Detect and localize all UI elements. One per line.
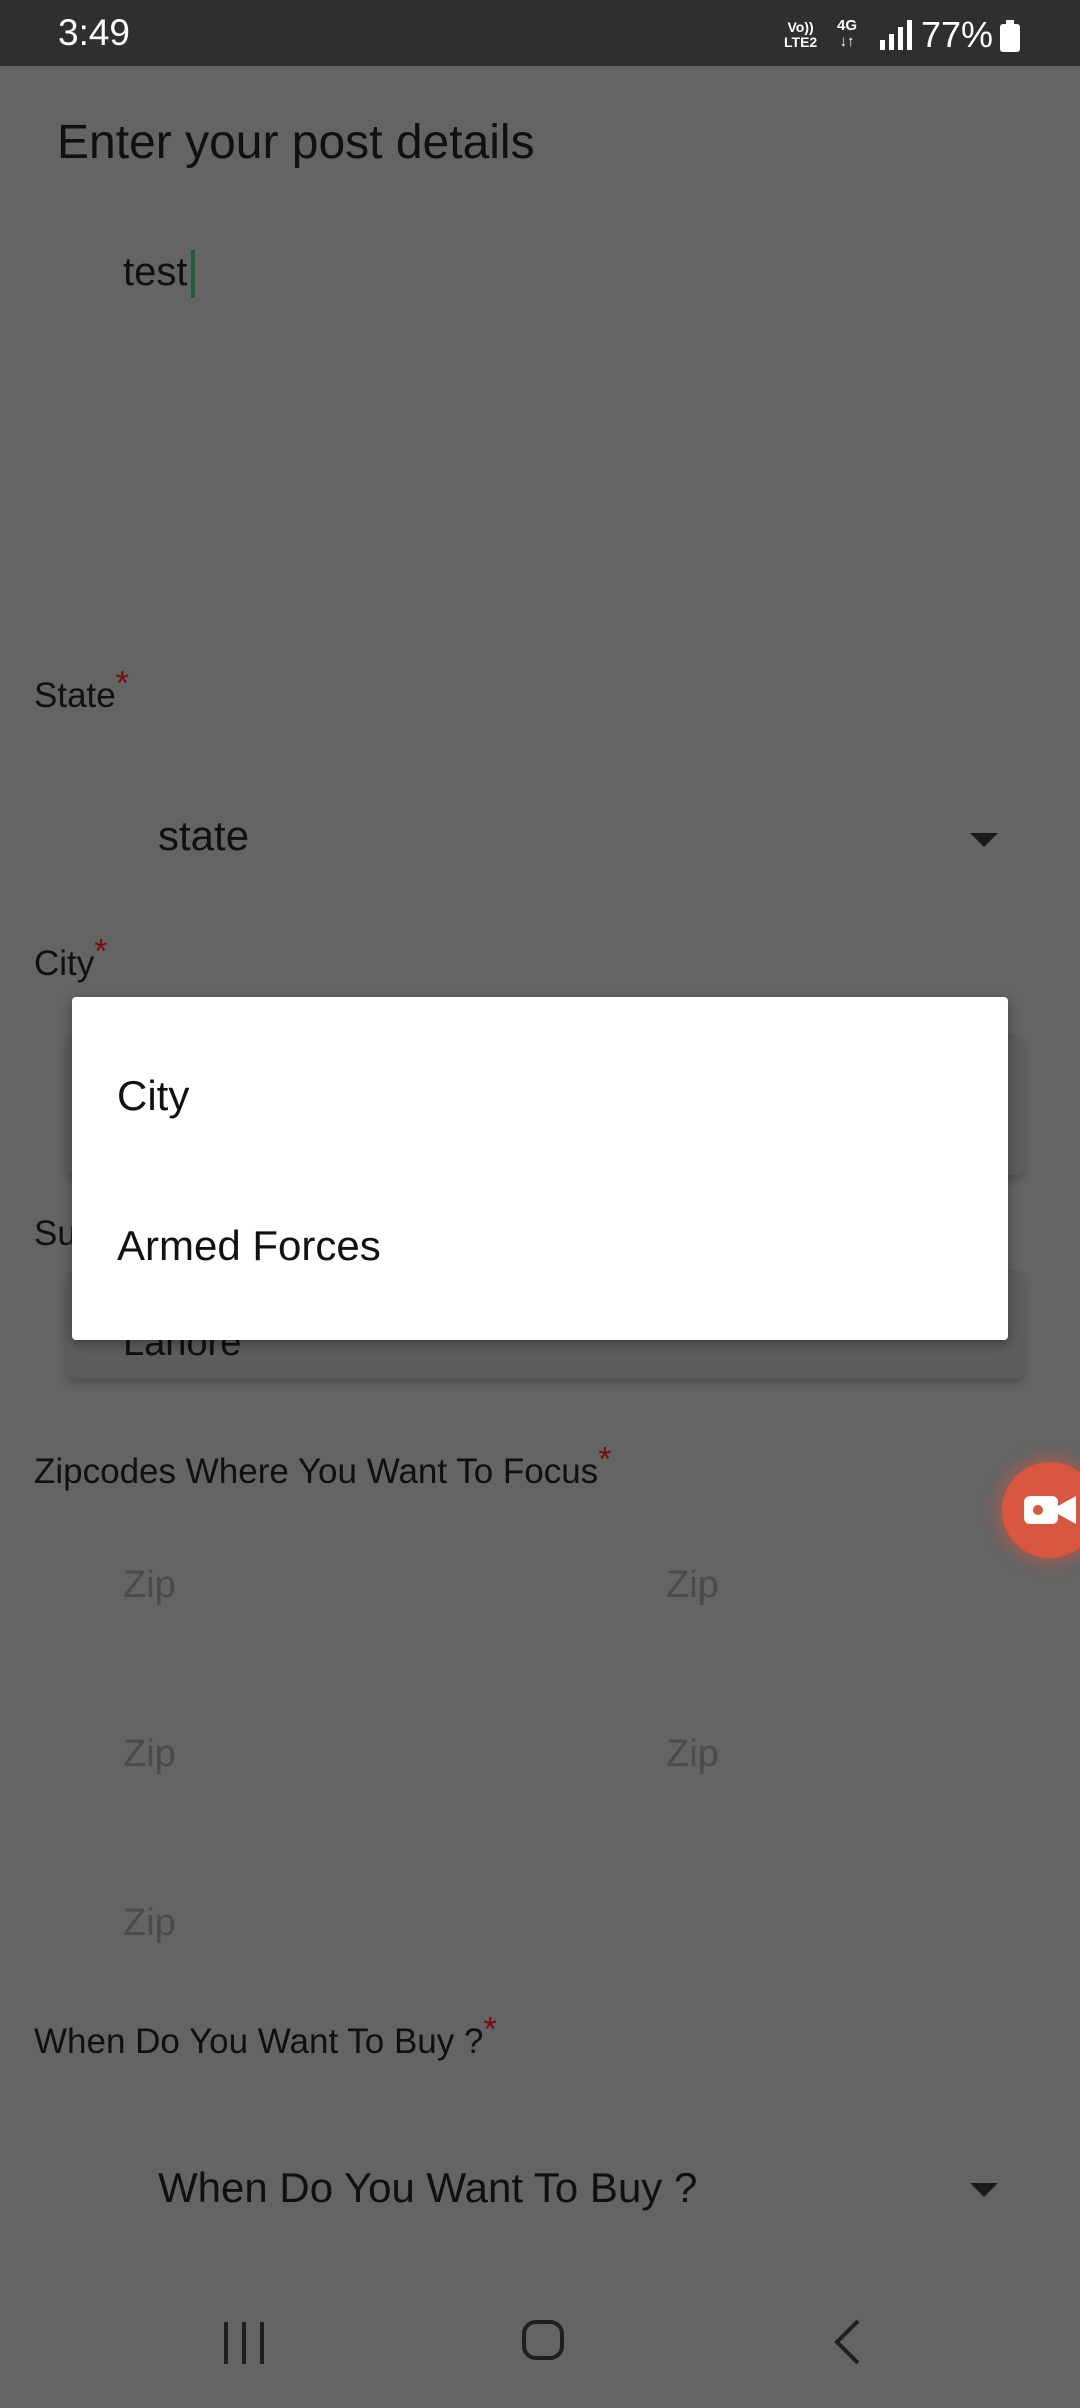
screen-record-button[interactable] xyxy=(1002,1462,1080,1558)
menu-option-armed-forces[interactable]: Armed Forces xyxy=(117,1222,381,1270)
volte-top-text: Vo)) xyxy=(787,19,814,35)
zipcodes-required-mark: * xyxy=(598,1440,612,1479)
buy-time-label: When Do You Want To Buy ?* xyxy=(34,2012,497,2062)
zip-input-3[interactable]: Zip xyxy=(123,1733,176,1776)
video-camera-icon xyxy=(1024,1496,1076,1524)
menu-option-city[interactable]: City xyxy=(117,1072,189,1120)
zipcodes-label-text: Zipcodes Where You Want To Focus xyxy=(34,1452,599,1491)
triangle-down-icon xyxy=(970,833,998,847)
zip-input-2[interactable]: Zip xyxy=(666,1564,719,1607)
signal-icon xyxy=(880,20,912,50)
zip-input-1[interactable]: Zip xyxy=(123,1564,176,1607)
buy-time-label-text: When Do You Want To Buy ? xyxy=(34,2022,484,2061)
state-required-mark: * xyxy=(115,664,129,703)
data-activity-text: ↓↑ xyxy=(839,33,855,50)
recents-icon[interactable] xyxy=(222,2322,266,2364)
network-type-text: 4G xyxy=(837,17,858,34)
buy-time-select[interactable]: When Do You Want To Buy ? xyxy=(34,2150,1024,2230)
state-label: State* xyxy=(34,666,129,716)
state-select-value: state xyxy=(158,812,250,859)
back-icon[interactable] xyxy=(832,2318,862,2366)
triangle-down-icon xyxy=(970,2183,998,2197)
status-time: 3:49 xyxy=(58,12,131,53)
home-icon[interactable] xyxy=(522,2320,564,2360)
zip-input-5[interactable]: Zip xyxy=(123,1902,176,1945)
city-label-text: City xyxy=(34,944,95,983)
post-details-input[interactable]: test xyxy=(123,250,187,295)
zipcodes-label: Zipcodes Where You Want To Focus* xyxy=(34,1442,611,1492)
volte-bottom-text: LTE2 xyxy=(784,34,818,50)
battery-icon xyxy=(1000,20,1020,52)
text-cursor xyxy=(191,250,195,298)
city-label: City* xyxy=(34,934,108,984)
volte-indicator: Vo)) LTE2 xyxy=(784,20,817,50)
page-title: Enter your post details xyxy=(57,116,535,169)
battery-percent: 77% xyxy=(921,14,994,55)
city-required-mark: * xyxy=(94,932,108,971)
network-indicator: 4G ↓↑ xyxy=(837,18,857,50)
city-dropdown-menu: City Armed Forces xyxy=(72,997,1008,1340)
buy-time-select-value: When Do You Want To Buy ? xyxy=(158,2164,698,2211)
state-label-text: State xyxy=(34,676,116,715)
buy-time-required-mark: * xyxy=(483,2010,497,2049)
suburb-label: Su xyxy=(34,1214,77,1253)
zip-input-4[interactable]: Zip xyxy=(666,1733,719,1776)
state-select[interactable]: state xyxy=(34,800,1024,880)
status-bar: 3:49 Vo)) LTE2 4G ↓↑ 77% xyxy=(0,0,1080,66)
